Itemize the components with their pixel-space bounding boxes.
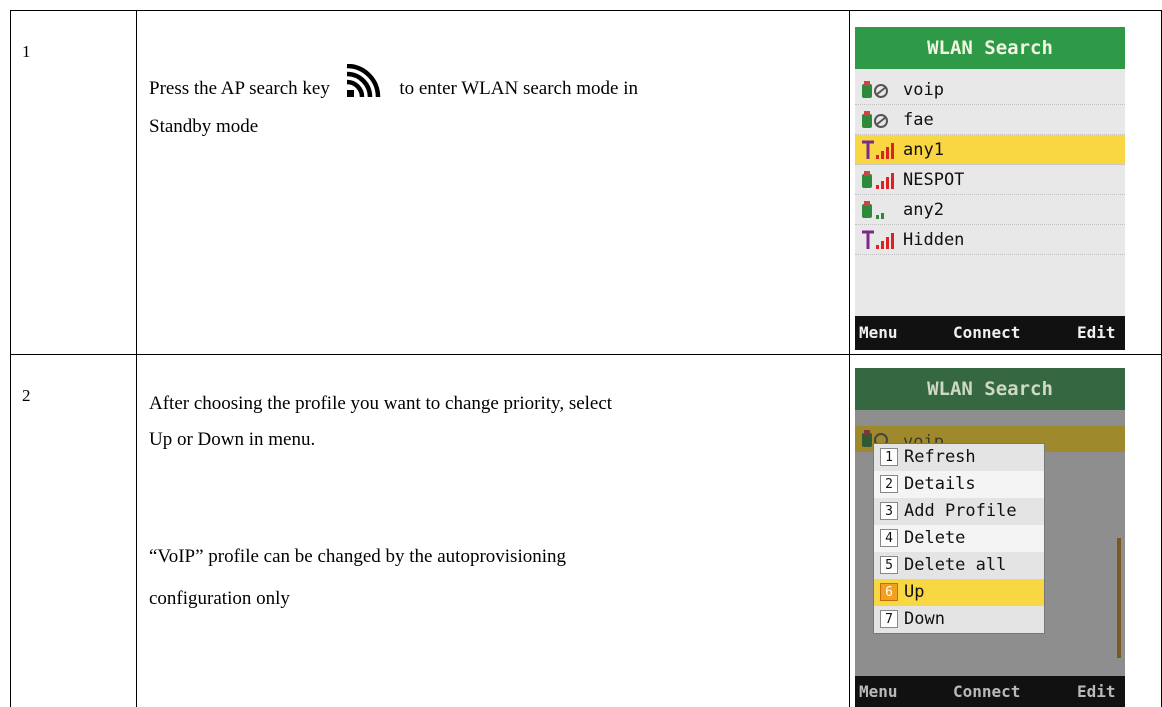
network-item-hidden[interactable]: Hidden xyxy=(855,225,1125,255)
menu-item-label: Add Profile xyxy=(904,501,1017,521)
menu-item-label: Delete all xyxy=(904,555,1007,575)
menu-item-add-profile[interactable]: 3 Add Profile xyxy=(874,498,1044,525)
softkey-edit[interactable]: Edit xyxy=(1077,316,1116,350)
secure-network-signal-icon xyxy=(862,171,894,189)
network-label: voip xyxy=(903,80,944,100)
wifi-signal-icon xyxy=(346,64,380,98)
menu-number-badge: 5 xyxy=(880,556,898,574)
network-label: fae xyxy=(903,110,934,130)
menu-number-badge: 4 xyxy=(880,529,898,547)
network-label: any2 xyxy=(903,200,944,220)
step-number: 2 xyxy=(22,386,31,405)
open-network-signal-icon xyxy=(862,230,894,249)
network-item-any1[interactable]: any1 xyxy=(855,135,1125,165)
softkey-connect[interactable]: Connect xyxy=(953,316,1020,350)
step-2-line-1: After choosing the profile you want to c… xyxy=(149,393,613,414)
menu-item-label: Delete xyxy=(904,528,966,548)
menu-number-badge: 7 xyxy=(880,610,898,628)
network-label: NESPOT xyxy=(903,170,965,190)
step-2-instruction: After choosing the profile you want to c… xyxy=(149,386,825,617)
network-item-fae[interactable]: fae xyxy=(855,105,1125,135)
step-2-note-line-2: configuration only xyxy=(149,588,290,609)
step-1-line-1: Press the AP search key to enter WLAN se… xyxy=(149,64,825,107)
network-label: any1 xyxy=(903,140,944,160)
softkey-bar: Menu Connect Edit xyxy=(855,676,1125,707)
step-1-text-after: to enter WLAN search mode in xyxy=(399,78,638,99)
step-1-instruction: Press the AP search key to enter WLAN se… xyxy=(149,64,825,145)
locked-network-icon xyxy=(862,81,888,98)
screen-title: WLAN Search xyxy=(855,368,1125,410)
screen-title: WLAN Search xyxy=(855,27,1125,69)
menu-number-badge: 3 xyxy=(880,502,898,520)
softkey-edit[interactable]: Edit xyxy=(1077,676,1116,707)
menu-item-label: Refresh xyxy=(904,447,976,467)
table-col-divider-1 xyxy=(136,10,137,707)
locked-network-icon xyxy=(862,111,888,128)
menu-item-down[interactable]: 7 Down xyxy=(874,606,1044,633)
softkey-connect[interactable]: Connect xyxy=(953,676,1020,707)
network-label: Hidden xyxy=(903,230,965,250)
network-item-any2[interactable]: any2 xyxy=(855,195,1125,225)
step-1-line-2: Standby mode xyxy=(149,116,259,137)
menu-item-details[interactable]: 2 Details xyxy=(874,471,1044,498)
softkey-menu[interactable]: Menu xyxy=(859,316,898,350)
scrollbar[interactable] xyxy=(1117,538,1121,658)
wlan-search-menu-screen: WLAN Search voip 1 Refresh 2 Details 3 A… xyxy=(855,368,1125,707)
menu-item-label: Down xyxy=(904,609,945,629)
wlan-search-screen: WLAN Search voip fae any1 NESPOT any2 Hi… xyxy=(855,27,1125,350)
menu-item-up[interactable]: 6 Up xyxy=(874,579,1044,606)
menu-item-delete-all[interactable]: 5 Delete all xyxy=(874,552,1044,579)
step-1-text-before: Press the AP search key xyxy=(149,78,330,99)
menu-number-badge: 2 xyxy=(880,475,898,493)
step-2-line-2: Up or Down in menu. xyxy=(149,429,316,450)
table-col-divider-2 xyxy=(849,10,850,707)
network-item-nespot[interactable]: NESPOT xyxy=(855,165,1125,195)
menu-number-badge: 1 xyxy=(880,448,898,466)
softkey-bar: Menu Connect Edit xyxy=(855,316,1125,350)
menu-item-label: Details xyxy=(904,474,976,494)
secure-network-weak-icon xyxy=(862,201,884,219)
step-number: 1 xyxy=(22,42,31,61)
open-network-signal-icon xyxy=(862,140,894,159)
network-item-voip[interactable]: voip xyxy=(855,75,1125,105)
menu-item-delete[interactable]: 4 Delete xyxy=(874,525,1044,552)
menu-number-badge: 6 xyxy=(880,583,898,601)
table-row-divider xyxy=(10,354,1162,355)
table-border-left xyxy=(10,10,11,707)
softkey-menu[interactable]: Menu xyxy=(859,676,898,707)
menu-item-refresh[interactable]: 1 Refresh xyxy=(874,444,1044,471)
options-menu: 1 Refresh 2 Details 3 Add Profile 4 Dele… xyxy=(873,443,1045,634)
table-border-top xyxy=(10,10,1162,11)
step-2-note-line-1: “VoIP” profile can be changed by the aut… xyxy=(149,546,567,567)
menu-item-label: Up xyxy=(904,582,925,602)
